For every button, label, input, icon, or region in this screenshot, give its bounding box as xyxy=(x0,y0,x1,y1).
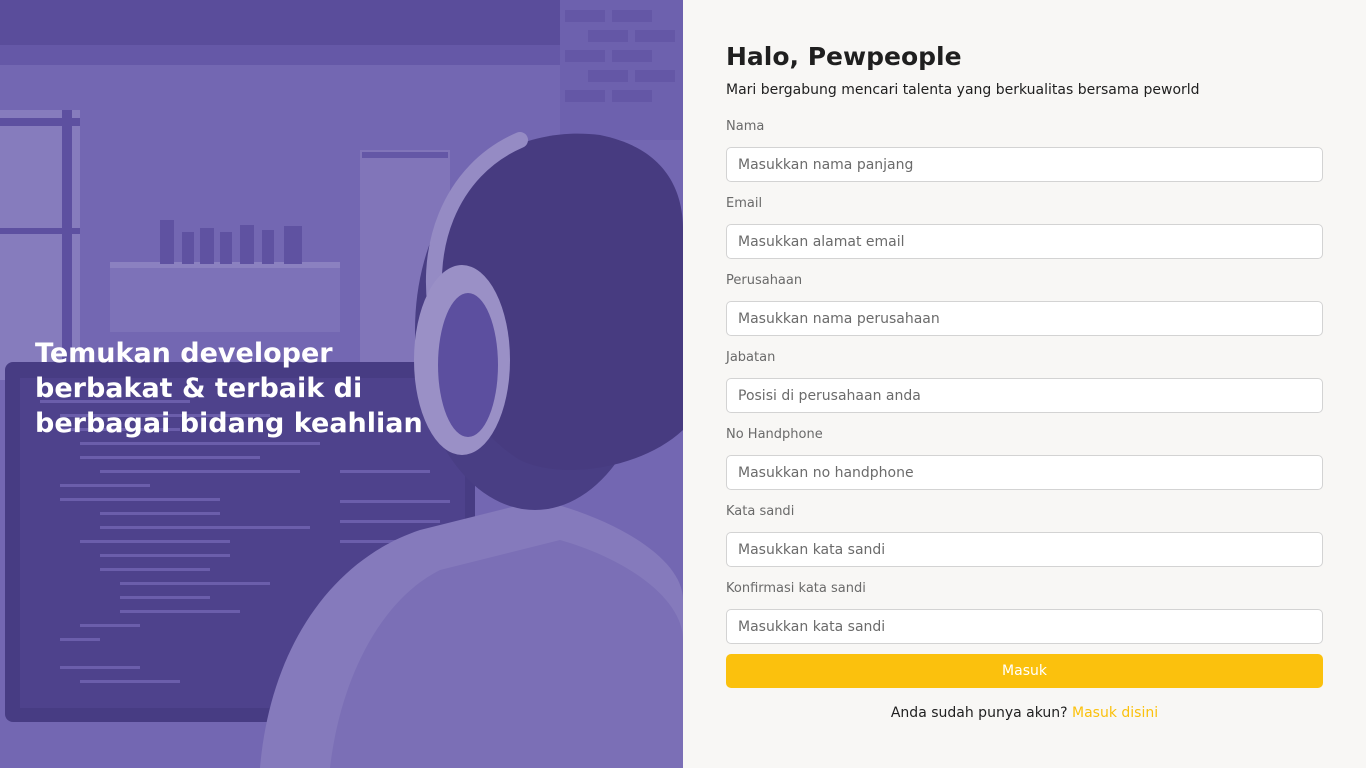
position-input[interactable] xyxy=(726,378,1323,413)
signin-prompt-line: Anda sudah punya akun? Masuk disini xyxy=(726,705,1323,721)
phone-label: No Handphone xyxy=(726,427,823,442)
password-field-group: Kata sandi xyxy=(726,504,1323,567)
email-label: Email xyxy=(726,196,763,211)
name-field-group: Nama xyxy=(726,119,1323,182)
email-input[interactable] xyxy=(726,224,1323,259)
phone-field-group: No Handphone xyxy=(726,427,1323,490)
position-field-group: Jabatan xyxy=(726,350,1323,413)
hero-panel: Temukan developer berbakat & terbaik di … xyxy=(0,0,683,768)
email-field-group: Email xyxy=(726,196,1323,259)
name-label: Nama xyxy=(726,119,765,134)
position-label: Jabatan xyxy=(726,350,776,365)
company-input[interactable] xyxy=(726,301,1323,336)
hero-tagline: Temukan developer berbakat & terbaik di … xyxy=(35,338,423,439)
password-input[interactable] xyxy=(726,532,1323,567)
confirm-password-field-group: Konfirmasi kata sandi xyxy=(726,581,1323,644)
phone-input[interactable] xyxy=(726,455,1323,490)
name-input[interactable] xyxy=(726,147,1323,182)
register-panel: Halo, Pewpeople Mari bergabung mencari t… xyxy=(683,0,1366,768)
signin-prompt-text: Anda sudah punya akun? xyxy=(890,705,1068,721)
submit-button[interactable]: Masuk xyxy=(726,654,1323,688)
page-title: Halo, Pewpeople xyxy=(726,42,962,71)
confirm-password-input[interactable] xyxy=(726,609,1323,644)
signin-link[interactable]: Masuk disini xyxy=(1072,705,1158,721)
company-label: Perusahaan xyxy=(726,273,803,288)
password-label: Kata sandi xyxy=(726,504,795,519)
company-field-group: Perusahaan xyxy=(726,273,1323,336)
page-subtitle: Mari bergabung mencari talenta yang berk… xyxy=(726,82,1200,98)
confirm-password-label: Konfirmasi kata sandi xyxy=(726,581,866,596)
